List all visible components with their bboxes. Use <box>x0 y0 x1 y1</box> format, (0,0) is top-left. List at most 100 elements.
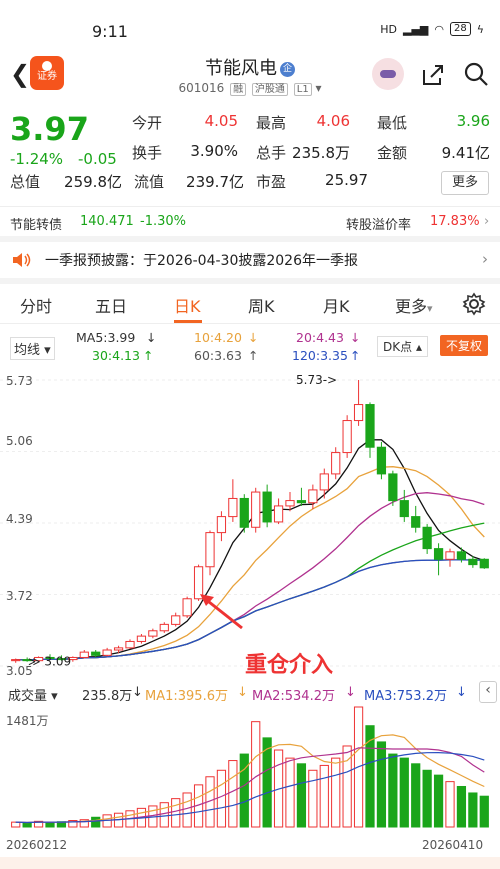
change-percent: -1.24% <box>10 150 64 168</box>
candle-body <box>479 558 489 569</box>
vol-ma3-label: MA3:753.2万 <box>364 689 447 704</box>
ma-line <box>15 439 485 661</box>
y-tick-label: 3.05 <box>6 664 33 678</box>
search-icon[interactable] <box>462 60 490 88</box>
quote-field-label: 总手 <box>256 144 287 162</box>
volume-bar <box>228 760 238 828</box>
candle-body <box>262 491 272 523</box>
ma5-label: MA5:3.99 <box>76 330 136 345</box>
signal-icon: HD <box>380 22 397 36</box>
ma10-label: 10:4.20 <box>194 330 242 345</box>
vol-ma2-label: MA2:534.2万 <box>252 689 335 704</box>
annotation-arrow <box>203 596 243 630</box>
tag-level: L1 <box>293 83 312 96</box>
candle-body <box>136 635 147 642</box>
volume-bar <box>422 769 432 828</box>
ma-selector-label: 均线 <box>14 343 41 358</box>
candle-body <box>296 500 307 504</box>
avatar[interactable] <box>372 58 404 90</box>
candle-body <box>456 551 467 560</box>
volume-selector[interactable]: 成交量 ▾ <box>8 685 58 704</box>
tab-intraday[interactable]: 分时 <box>20 293 52 317</box>
volume-bar <box>159 802 169 828</box>
volume-bar <box>456 785 467 828</box>
volume-bar <box>388 753 398 828</box>
candle-body <box>399 500 409 518</box>
quote-field-label: 换手 <box>132 144 163 162</box>
tab-more[interactable]: 更多▾ <box>395 293 433 317</box>
dropdown-icon: ▾ <box>315 81 322 95</box>
candle-body <box>113 647 124 651</box>
ma20-label: 20:4.43 <box>296 330 344 345</box>
candle-body <box>353 404 364 422</box>
candle-body <box>193 566 204 600</box>
y-tick-label: 5.73 <box>6 374 33 388</box>
share-icon[interactable] <box>420 62 446 88</box>
adjust-button[interactable]: 不复权 <box>440 335 489 356</box>
chevron-down-icon: ▾ <box>427 302 433 315</box>
candle-body <box>228 497 238 518</box>
speaker-icon <box>13 253 31 267</box>
vol-ma1-label: MA1:395.6万 <box>145 689 228 704</box>
candle-body <box>468 558 478 566</box>
volume-bar <box>11 821 21 828</box>
candle-body <box>342 420 352 454</box>
tab-more-label: 更多 <box>395 297 428 316</box>
volume-bar <box>308 769 318 828</box>
candle-body <box>273 505 284 523</box>
chart-tabs: 分时 五日 日K 周K 月K 更多▾ <box>0 284 500 324</box>
volume-bar <box>216 769 227 828</box>
volume-chart[interactable] <box>0 705 500 830</box>
tab-monthly-k[interactable]: 月K <box>323 293 350 317</box>
volume-value: 235.8万 <box>82 689 133 704</box>
gear-icon[interactable] <box>462 292 486 316</box>
chevron-right-icon: › <box>484 214 490 229</box>
quote-field-value: 25.97 <box>325 171 368 189</box>
tab-daily-k[interactable]: 日K <box>174 293 201 317</box>
ma-selector[interactable]: 均线 ▾ <box>10 337 55 360</box>
charging-icon: ϟ <box>476 22 484 36</box>
stock-code: 601016 <box>178 81 225 95</box>
signal-bars-icon: ▂▄▆ <box>403 22 429 36</box>
candle-body <box>411 516 421 528</box>
ma5-down-icon: ↓ <box>146 330 157 345</box>
quote-field-label: 总值 <box>10 173 41 191</box>
change-value: -0.05 <box>78 150 117 168</box>
tab-weekly-k[interactable]: 周K <box>248 293 275 317</box>
quote-field-value: 3.90% <box>190 142 238 160</box>
quote-field-label: 市盈 <box>256 173 287 191</box>
enterprise-badge: 企 <box>280 61 295 77</box>
quote-field-label: 金额 <box>377 144 408 162</box>
vol-ma3-down-icon: ↓ <box>456 685 467 700</box>
bond-price: 140.471 <box>80 214 134 229</box>
candlestick-chart[interactable]: 5.73-> ≫ 3.09 重仓介入 <box>0 360 500 682</box>
volume-bar <box>411 763 421 828</box>
volume-bar <box>239 753 249 828</box>
dk-point-button[interactable]: DK点 ▴ <box>377 336 428 357</box>
collapse-icon[interactable]: ‹ <box>479 681 497 703</box>
tab-five-day[interactable]: 五日 <box>95 293 127 317</box>
convertible-bond-row[interactable]: 节能转债 140.471 -1.30% 转股溢价率 17.83% › <box>0 206 500 236</box>
candle-body <box>365 404 375 448</box>
low-marker: ≫ 3.09 <box>28 655 71 669</box>
stock-name: 节能风电 <box>205 58 277 79</box>
candle-body <box>433 548 444 560</box>
candle-body <box>125 640 135 649</box>
x-end-label: 20260410 <box>422 838 484 852</box>
quote-field-label: 今开 <box>132 114 163 132</box>
quote-panel: 3.97 -1.24% -0.05 今开 4.05 最高 4.06 最低 3.96 换手 3.… <box>0 104 500 200</box>
more-button[interactable]: 更多 <box>441 171 489 195</box>
quote-field-label: 最高 <box>256 114 287 132</box>
status-icons: HD ▂▄▆ ◠ 28 ϟ <box>380 22 484 36</box>
candle-body <box>159 623 169 632</box>
high-marker: 5.73-> <box>296 373 337 387</box>
volume-bar <box>445 781 455 828</box>
notice-bar[interactable]: 一季报预披露：于2026-04-30披露2026年一季报 › <box>0 242 500 278</box>
bond-label: 节能转债 <box>10 218 63 233</box>
candle-body <box>91 651 101 656</box>
volume-down-icon: ↓ <box>132 685 143 700</box>
quote-field-value: 3.96 <box>456 112 490 130</box>
candle-body <box>205 532 215 568</box>
candle-body <box>216 516 227 534</box>
volume-bar <box>433 774 444 828</box>
